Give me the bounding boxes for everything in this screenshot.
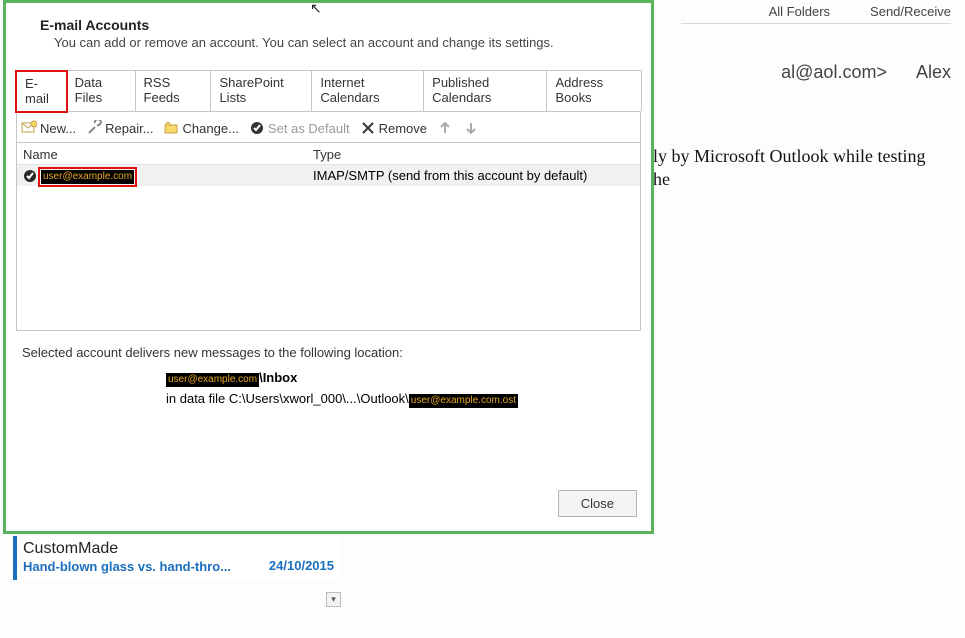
new-button[interactable]: New... — [21, 120, 76, 136]
deliver-datafile-redacted: user@example.com.ost — [409, 394, 518, 408]
dialog-title: E-mail Accounts — [16, 9, 641, 35]
deliver-label: Selected account delivers new messages t… — [16, 331, 641, 368]
tab-bar: E-mail Data Files RSS Feeds SharePoint L… — [16, 70, 641, 112]
tab-rss[interactable]: RSS Feeds — [135, 70, 212, 111]
email-accounts-dialog: ↖ E-mail Accounts You can add or remove … — [3, 0, 654, 534]
deliver-account-redacted: user@example.com — [166, 373, 259, 387]
col-type: Type — [313, 147, 341, 162]
bg-list-sender: CustomMade — [23, 540, 334, 558]
bg-message-body: lly by Microsoft Outlook while testing t… — [648, 145, 945, 192]
move-up-button — [437, 120, 453, 136]
col-name: Name — [23, 147, 313, 162]
repair-button[interactable]: Repair... — [86, 120, 153, 136]
change-label: Change... — [183, 121, 239, 136]
accounts-listbox[interactable]: Name Type user@example.com IMAP/SMTP (se… — [16, 143, 641, 331]
bg-sendreceive-button[interactable]: Send/Receive — [870, 4, 951, 19]
set-default-label: Set as Default — [268, 121, 350, 136]
deliver-datafile-prefix: in data file C:\Users\xworl_000\...\Outl… — [166, 391, 409, 406]
bg-allfolders-button[interactable]: All Folders — [769, 4, 830, 19]
envelope-new-icon — [21, 120, 37, 136]
check-circle-icon — [249, 120, 265, 136]
repair-label: Repair... — [105, 121, 153, 136]
tab-datafiles[interactable]: Data Files — [66, 70, 136, 111]
toolbar: New... Repair... Change... Set as Defaul… — [16, 112, 641, 143]
remove-label: Remove — [379, 121, 427, 136]
account-type: IMAP/SMTP (send from this account by def… — [313, 168, 587, 183]
dropdown-arrow-icon[interactable]: ▾ — [326, 592, 341, 607]
set-default-button: Set as Default — [249, 120, 350, 136]
move-down-button — [463, 120, 479, 136]
remove-button[interactable]: Remove — [360, 120, 427, 136]
tab-sharepoint[interactable]: SharePoint Lists — [210, 70, 312, 111]
change-button[interactable]: Change... — [164, 120, 239, 136]
deliver-folder: \Inbox — [259, 370, 297, 385]
tab-address-books[interactable]: Address Books — [546, 70, 642, 111]
tab-published-calendars[interactable]: Published Calendars — [423, 70, 547, 111]
x-icon — [360, 120, 376, 136]
default-check-icon — [23, 169, 37, 183]
bg-mail-list-item[interactable]: CustomMade Hand-blown glass vs. hand-thr… — [13, 536, 340, 580]
close-button[interactable]: Close — [558, 490, 637, 517]
account-name-redacted: user@example.com — [41, 170, 134, 184]
cursor-icon: ↖ — [310, 0, 322, 17]
arrow-down-icon — [463, 120, 479, 136]
new-label: New... — [40, 121, 76, 136]
wrench-icon — [86, 120, 102, 136]
bg-from-email: al@aol.com> — [781, 62, 887, 82]
account-row[interactable]: user@example.com IMAP/SMTP (send from th… — [17, 165, 640, 186]
tab-email[interactable]: E-mail — [16, 71, 67, 112]
tab-internet-calendars[interactable]: Internet Calendars — [311, 70, 424, 111]
folder-change-icon — [164, 120, 180, 136]
bg-list-date: 24/10/2015 — [269, 558, 334, 573]
bg-list-subject: Hand-blown glass vs. hand-thro... — [23, 559, 231, 574]
dialog-subtitle: You can add or remove an account. You ca… — [16, 35, 641, 70]
bg-from-name: Alex — [916, 62, 951, 82]
arrow-up-icon — [437, 120, 453, 136]
